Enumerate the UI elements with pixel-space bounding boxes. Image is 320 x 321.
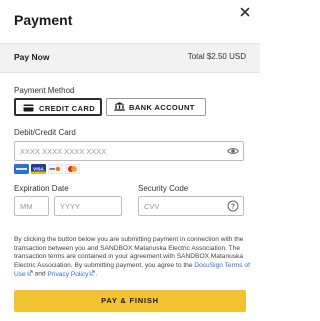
total-amount: Total $2.50 USD [187,52,246,61]
help-icon[interactable]: ? [227,200,239,212]
visa-logo-icon: VISA [31,164,46,174]
expiration-date-label: Expiration Date [14,184,69,193]
pay-now-summary: Pay Now Total $2.50 USD [0,43,260,73]
svg-text:?: ? [231,204,235,211]
expiration-month-field [14,196,49,216]
card-number-label: Debit/Credit Card [14,128,76,137]
pay-and-finish-button[interactable]: PAY & FINISH [14,290,246,312]
discover-logo-icon [48,164,63,174]
close-button[interactable] [238,5,252,19]
dialog-title: Payment [14,12,73,28]
credit-card-option-button[interactable]: CREDIT CARD [14,98,102,116]
expiration-month-input[interactable] [20,200,46,212]
payment-dialog: Payment Pay Now Total $2.50 USD Payment … [0,0,260,321]
security-code-field: ? [138,196,244,216]
mastercard-logo-icon [65,164,80,174]
credit-card-option-label: CREDIT CARD [39,104,96,113]
disclaimer-text-3: . [95,270,98,278]
privacy-policy-link-label: Privacy Policy [47,270,89,278]
expiration-year-input[interactable] [60,200,118,212]
payment-method-label: Payment Method [14,86,75,95]
disclaimer-text-2: and [32,270,48,278]
close-icon [240,7,250,17]
payment-disclaimer: By clicking the button below you are sub… [14,236,250,279]
dialog-header: Payment [0,0,260,40]
amex-logo-icon [14,164,29,174]
expiration-year-field [54,196,122,216]
pay-and-finish-label: PAY & FINISH [101,296,159,305]
svg-text:VISA: VISA [33,166,44,171]
security-code-label: Security Code [138,184,189,193]
pay-now-label: Pay Now [14,52,50,62]
bank-icon [114,102,125,111]
privacy-policy-link[interactable]: Privacy Policy [47,270,96,278]
credit-card-icon [23,104,34,112]
bank-account-option-label: BANK ACCOUNT [129,103,195,112]
eye-icon[interactable] [227,145,239,157]
card-number-input[interactable] [20,145,220,157]
card-number-field [14,141,244,161]
bank-account-option-button[interactable]: BANK ACCOUNT [106,98,206,116]
security-code-input[interactable] [144,200,224,212]
